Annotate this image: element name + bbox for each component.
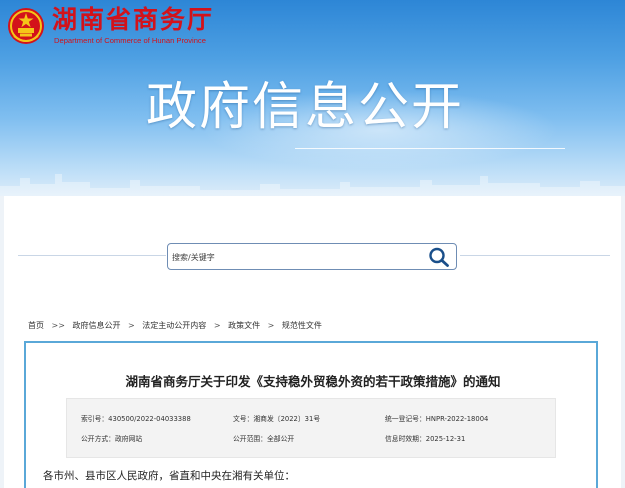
breadcrumb-statutory-content[interactable]: 法定主动公开内容 [142, 321, 206, 330]
document-title: 湖南省商务厅关于印发《支持稳外贸稳外资的若干政策措施》的通知 [125, 374, 501, 389]
search-icon[interactable] [428, 247, 450, 267]
meta-unified-no: 统一登记号：HNPR-2022-18004 [385, 415, 489, 423]
document-salutation: 各市州、县市区人民政府，省直和中央在湘有关单位： [43, 470, 295, 482]
city-skyline-decoration [0, 174, 625, 196]
meta-index-no: 索引号：430500/2022-04033388 [81, 415, 191, 423]
meta-valid-until: 信息时效期：2025-12-31 [385, 435, 466, 443]
meta-doc-no: 文号：湘商发〔2022〕31号 [233, 415, 321, 423]
breadcrumb: 首页 >> 政府信息公开 > 法定主动公开内容 > 政策文件 > 规范性文件 [28, 320, 322, 331]
meta-publish-scope: 公开范围：全部公开 [233, 435, 295, 443]
header-banner: 湖南省商务厅 Department of Commerce of Hunan P… [0, 0, 625, 196]
document-meta-table: 索引号：430500/2022-04033388 文号：湘商发〔2022〕31号… [66, 398, 556, 458]
national-emblem-icon [8, 8, 44, 44]
search-box [167, 243, 457, 270]
breadcrumb-separator: > [128, 321, 135, 330]
document-container: 湖南省商务厅关于印发《支持稳外贸稳外资的若干政策措施》的通知 索引号：43050… [24, 341, 598, 488]
breadcrumb-normative-docs[interactable]: 规范性文件 [282, 321, 322, 330]
site-name-english: Department of Commerce of Hunan Province [54, 36, 206, 45]
breadcrumb-policy-docs[interactable]: 政策文件 [228, 321, 260, 330]
page-title: 政府信息公开 [146, 78, 465, 137]
breadcrumb-home[interactable]: 首页 [28, 321, 44, 330]
title-underline [295, 148, 565, 149]
search-divider-right [460, 255, 610, 256]
breadcrumb-separator: > [213, 321, 221, 330]
site-name[interactable]: 湖南省商务厅 [52, 5, 214, 35]
breadcrumb-separator: >> [51, 321, 65, 330]
content-panel: 首页 >> 政府信息公开 > 法定主动公开内容 > 政策文件 > 规范性文件 湖… [4, 196, 621, 488]
meta-publish-method: 公开方式：政府网站 [81, 435, 143, 443]
breadcrumb-gov-info[interactable]: 政府信息公开 [73, 321, 121, 330]
search-divider-left [18, 255, 166, 256]
breadcrumb-separator: > [267, 321, 275, 330]
search-input[interactable] [172, 247, 412, 267]
